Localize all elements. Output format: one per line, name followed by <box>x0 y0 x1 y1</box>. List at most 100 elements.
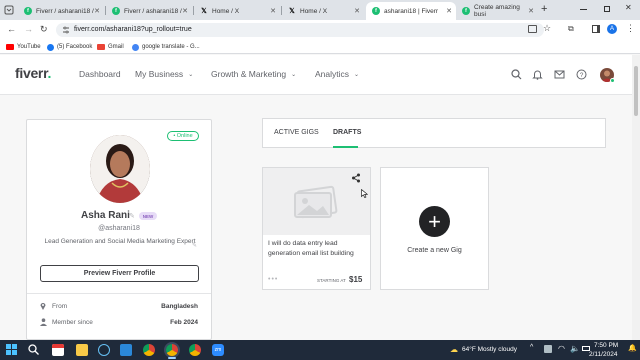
tray-app-icon[interactable] <box>544 345 552 353</box>
install-app-icon[interactable] <box>528 25 537 33</box>
profile-photo[interactable] <box>90 135 150 203</box>
close-icon[interactable]: ✕ <box>446 7 452 15</box>
gig-title[interactable]: I will do data entry lead generation ema… <box>268 239 368 259</box>
active-app-indicator <box>168 357 176 359</box>
info-value-member-since: Feb 2024 <box>170 319 198 326</box>
chevron-down-icon: ⌄ <box>291 71 297 78</box>
chrome-icon[interactable] <box>143 344 155 356</box>
help-icon[interactable]: ? <box>576 69 587 80</box>
menu-icon[interactable]: ⋮ <box>626 23 635 34</box>
sidebar-icon[interactable] <box>592 25 600 33</box>
nav-label: Dashboard <box>79 69 121 79</box>
tab-title: Create amazing busi <box>474 4 520 18</box>
search-icon[interactable] <box>28 344 39 355</box>
close-icon[interactable]: ✕ <box>528 7 534 15</box>
gig-price: $15 <box>349 275 363 284</box>
chrome-profile-icon[interactable] <box>189 344 201 356</box>
browser-tab-1[interactable]: f Fiverr / asharani18 / ✕ <box>18 2 104 20</box>
browser-tab-6[interactable]: f Create amazing busi ✕ <box>456 2 538 20</box>
messages-icon[interactable] <box>554 69 565 80</box>
logo-text: fiverr <box>15 65 48 81</box>
new-tab-button[interactable]: + <box>541 3 547 15</box>
close-icon[interactable]: ✕ <box>270 7 276 15</box>
info-label-member-since: Member since <box>52 319 93 326</box>
site-info-icon[interactable] <box>62 26 70 34</box>
back-icon[interactable]: ← <box>7 24 16 34</box>
bookmark-google-translate[interactable]: google translate - G... <box>132 41 200 53</box>
search-icon[interactable] <box>511 69 522 80</box>
steam-icon[interactable] <box>98 344 110 356</box>
bookmark-youtube[interactable]: YouTube <box>6 41 41 53</box>
bookmark-gmail[interactable]: Gmail <box>97 41 124 53</box>
chevron-down-icon: ⌄ <box>354 71 360 78</box>
divider <box>27 293 211 294</box>
info-label-from: From <box>52 303 68 310</box>
zoom-icon[interactable]: zm <box>212 344 224 356</box>
store-icon[interactable] <box>120 344 132 356</box>
browser-tab-3[interactable]: 𝕏 Home / X ✕ <box>194 2 280 20</box>
tray-chevron-up-icon[interactable]: ^ <box>530 344 533 351</box>
profile-name: Asha Rani <box>81 210 130 221</box>
notification-bell-icon[interactable]: 🔔 <box>628 344 637 352</box>
bookmark-facebook[interactable]: (5) Facebook <box>47 41 92 53</box>
reload-icon[interactable]: ↻ <box>40 24 48 35</box>
browser-tab-5-active[interactable]: f asharani18 | Fiverr ✕ <box>366 2 456 20</box>
extensions-icon[interactable]: ⧉ <box>568 24 574 34</box>
nav-growth-marketing[interactable]: Growth & Marketing ⌄ <box>211 69 296 79</box>
fiverr-favicon: f <box>372 7 380 15</box>
gmail-icon <box>97 44 105 50</box>
close-window-icon[interactable]: ✕ <box>625 3 632 12</box>
preview-profile-button[interactable]: Preview Fiverr Profile <box>40 265 199 282</box>
close-icon[interactable]: ✕ <box>94 7 100 15</box>
nav-my-business[interactable]: My Business ⌄ <box>135 69 193 79</box>
maximize-icon[interactable] <box>604 6 610 12</box>
volume-icon[interactable]: 🔈 <box>570 344 580 353</box>
nav-analytics[interactable]: Analytics ⌄ <box>315 69 359 79</box>
browser-tab-2[interactable]: f Fiverr / asharani18 / ✕ <box>106 2 192 20</box>
new-seller-badge: NEW <box>139 212 157 220</box>
windows-start-icon[interactable] <box>6 344 17 355</box>
weather-icon[interactable]: ☁ <box>450 345 458 354</box>
chrome-profile-icon[interactable] <box>166 344 178 356</box>
wifi-icon[interactable]: ◠ <box>558 344 565 353</box>
tab-active-gigs[interactable]: ACTIVE GIGS <box>274 129 319 136</box>
active-tab-underline <box>333 146 358 148</box>
nav-label: Growth & Marketing <box>211 69 287 79</box>
chevron-down-icon: ⌄ <box>188 71 194 78</box>
info-value-country: Bangladesh <box>161 303 198 310</box>
starting-at-label: STARTING AT <box>317 278 346 283</box>
create-gig-label[interactable]: Create a new Gig <box>380 247 489 254</box>
notification-bell-icon[interactable] <box>532 69 543 80</box>
tab-title: Home / X <box>212 7 240 15</box>
bookmark-label: YouTube <box>17 44 41 50</box>
tab-drafts[interactable]: DRAFTS <box>333 129 361 136</box>
fiverr-logo[interactable]: fiverr. <box>15 65 51 81</box>
file-explorer-icon[interactable] <box>76 344 88 356</box>
mouse-cursor-icon <box>361 189 368 198</box>
profile-icon[interactable]: A <box>607 24 617 34</box>
weather-text[interactable]: 64°F Mostly cloudy <box>462 346 517 353</box>
edit-pencil-icon[interactable]: ✎ <box>192 242 197 249</box>
clock-time[interactable]: 7:50 PM <box>594 342 618 349</box>
tab-title: Home / X <box>300 7 328 15</box>
tab-search-icon[interactable] <box>4 5 14 15</box>
share-icon[interactable] <box>351 173 361 183</box>
scrollbar-thumb[interactable] <box>634 66 638 116</box>
more-options-icon[interactable]: ••• <box>268 276 278 283</box>
plus-icon[interactable]: + <box>419 206 450 237</box>
browser-tab-4[interactable]: 𝕏 Home / X ✕ <box>282 2 364 20</box>
fiverr-favicon: f <box>462 7 470 15</box>
minimize-icon[interactable] <box>580 9 587 10</box>
close-icon[interactable]: ✕ <box>354 7 360 15</box>
nav-dashboard[interactable]: Dashboard <box>79 69 121 79</box>
edit-pencil-icon[interactable]: ✎ <box>129 212 135 220</box>
bookmark-star-icon[interactable]: ☆ <box>543 23 551 34</box>
close-icon[interactable]: ✕ <box>182 7 188 15</box>
profile-tagline: Lead Generation and Social Media Marketi… <box>44 238 196 245</box>
logo-dot: . <box>47 65 52 81</box>
bookmark-label: Gmail <box>108 44 124 50</box>
forward-icon[interactable]: → <box>24 24 33 34</box>
online-status-dot <box>610 78 615 83</box>
calendar-app-icon[interactable] <box>52 344 64 356</box>
clock-date[interactable]: 2/11/2024 <box>589 351 617 358</box>
